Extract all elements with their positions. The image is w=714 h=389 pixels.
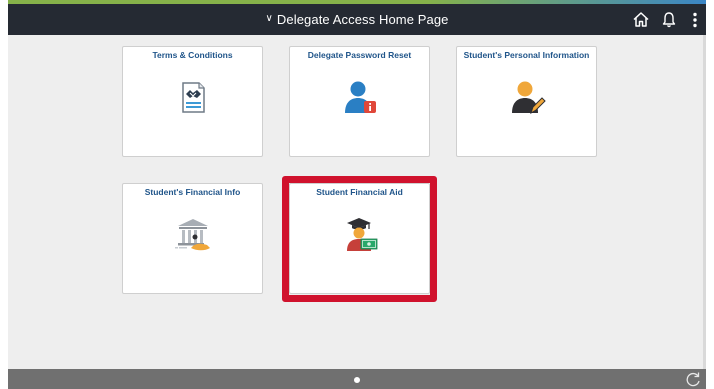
user-info-icon (340, 77, 380, 117)
tile-title: Student's Personal Information (463, 50, 590, 60)
user-edit-icon (507, 77, 547, 117)
page-dot-icon[interactable] (354, 377, 360, 383)
tile-grid: Terms & Conditions Delegate Password Res… (8, 35, 706, 369)
tile-title: Delegate Password Reset (307, 50, 412, 60)
tile-title: Terms & Conditions (152, 50, 233, 60)
page-title-dropdown[interactable]: ∨ Delegate Access Home Page (8, 4, 706, 35)
tile-delegate-password-reset[interactable]: Delegate Password Reset (289, 46, 430, 157)
chevron-down-icon: ∨ (265, 13, 273, 24)
home-icon[interactable] (631, 10, 651, 30)
tile-students-personal-information[interactable]: Student's Personal Information (456, 46, 597, 157)
tile-terms-conditions[interactable]: Terms & Conditions (122, 46, 263, 157)
tile-title: Student's Financial Info (144, 187, 241, 197)
header-bar: ∨ Delegate Access Home Page (8, 4, 706, 35)
tile-students-financial-info[interactable]: Student's Financial Info (122, 183, 263, 294)
document-handshake-icon (173, 77, 213, 117)
scrollbar[interactable] (703, 35, 706, 369)
app-window: ∨ Delegate Access Home Page Terms & Cond… (8, 0, 706, 389)
actions-menu-icon[interactable] (685, 10, 705, 30)
refresh-icon[interactable] (684, 370, 702, 388)
notification-bell-icon[interactable] (659, 10, 679, 30)
page-title: Delegate Access Home Page (276, 12, 449, 27)
bank-payment-icon (173, 214, 213, 254)
highlight-frame (282, 176, 437, 302)
footer-bar (8, 369, 706, 389)
